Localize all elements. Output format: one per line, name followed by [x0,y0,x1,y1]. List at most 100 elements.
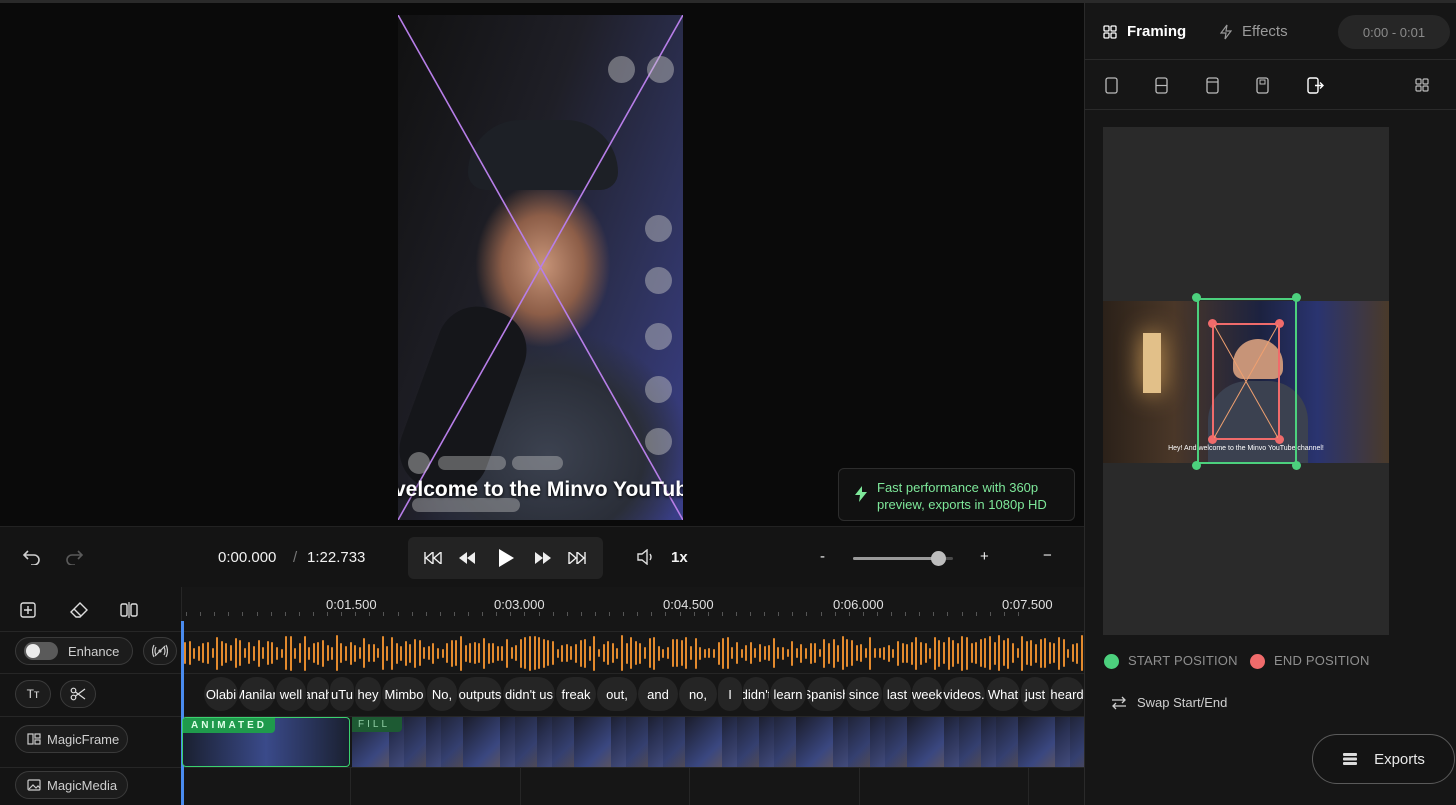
skip-forward-icon [568,552,586,564]
skip-back-icon [424,552,442,564]
tab-framing[interactable]: Framing [1103,23,1186,40]
lamp-shape [1143,333,1161,393]
enhance-switch[interactable] [24,642,58,660]
overlay-pill [438,456,506,470]
current-time: 0:00.000 [218,549,277,566]
aspect-ratio-toolbar [1085,60,1456,110]
frame-thumbnail [1055,717,1084,767]
end-position-label: END POSITION [1274,653,1370,668]
grid-icon [1415,78,1429,92]
playback-speed[interactable]: 1x [671,549,688,566]
phone-portrait-icon [1104,76,1118,94]
header-layout-icon [1205,76,1219,94]
magicmedia-button[interactable]: MagicMedia [15,771,128,799]
overlay-dot [647,56,674,83]
play-button[interactable] [494,546,518,570]
overlay-dot [645,215,672,242]
redo-icon [66,550,83,565]
video-preview-area: velcome to the Minvo YouTub Fast perform… [0,3,1084,526]
volume-button[interactable] [635,547,657,567]
undo-icon [23,550,40,565]
split-icon [120,602,138,618]
enhance-label: Enhance [68,643,120,659]
eraser-button[interactable] [67,599,91,621]
time-separator: / [293,549,298,566]
layout-vertical-button[interactable] [1101,74,1121,96]
layout-motion-button[interactable] [1304,74,1326,96]
cut-button[interactable] [60,680,96,708]
scissors-icon [70,687,86,701]
video-preview-frame[interactable]: velcome to the Minvo YouTub [398,15,683,520]
playback-controls: 0:00.000 / 1:22.733 1x - + − [0,526,1084,587]
overlay-dot [645,376,672,403]
enhance-toggle[interactable]: Enhance [15,637,133,665]
split-button[interactable] [118,599,140,621]
exports-label: Exports [1374,750,1425,768]
split-layout-icon [1154,76,1168,94]
zoom-in-button[interactable]: + [980,548,989,565]
pip-layout-icon [1255,76,1269,94]
skip-to-end-button[interactable] [566,548,588,568]
skip-to-start-button[interactable] [422,548,444,568]
performance-notice: Fast performance with 360p preview, expo… [838,468,1075,521]
add-track-button[interactable] [17,599,39,621]
zoom-slider-handle[interactable] [931,551,946,566]
start-frame-handle[interactable] [1292,461,1301,470]
speaker-icon [637,549,652,565]
fast-forward-button[interactable] [532,548,554,568]
layout-header-button[interactable] [1202,74,1222,96]
undo-button[interactable] [20,545,44,569]
timeline-track-headers: Enhance Tт MagicFrame MagicMedia [0,587,182,805]
start-frame-handle[interactable] [1192,461,1201,470]
clip-time-range[interactable]: 0:00 - 0:01 [1338,15,1450,49]
add-square-icon [20,602,36,618]
more-layouts-button[interactable] [1411,74,1433,96]
magicmedia-label: MagicMedia [47,777,118,793]
eraser-icon [70,602,88,618]
performance-notice-text: Fast performance with 360p preview, expo… [877,480,1047,512]
tab-effects-label: Effects [1242,23,1288,40]
audio-broadcast-button[interactable] [143,637,177,665]
text-style-button[interactable]: Tт [15,680,51,708]
start-frame-handle[interactable] [1192,293,1201,302]
start-frame-handle[interactable] [1292,293,1301,302]
grid-line [350,767,351,805]
swap-label: Swap Start/End [1137,695,1228,710]
redo-button[interactable] [62,545,86,569]
framing-panel: Framing Effects 0:00 - 0:01 Hey! And wel… [1084,3,1456,805]
overlay-dot [408,452,430,474]
grid-line [689,767,690,805]
magicframe-button[interactable]: MagicFrame [15,725,128,753]
start-position-label: START POSITION [1128,653,1238,668]
overlay-pill [512,456,563,470]
exports-button[interactable]: Exports [1312,734,1455,784]
layout-split-button[interactable] [1151,74,1171,96]
grid-line [520,767,521,805]
swap-start-end-button[interactable]: Swap Start/End [1111,695,1227,710]
rewind-button[interactable] [456,548,478,568]
tab-effects[interactable]: Effects [1220,23,1288,40]
zoom-out-button[interactable]: - [820,548,825,565]
grid-line [1028,767,1029,805]
grid-line [859,767,860,805]
collapse-timeline-button[interactable]: − [1043,547,1052,564]
broadcast-icon [152,644,168,658]
zoom-slider-fill [853,557,938,560]
transport-controls [408,537,603,579]
magicframe-label: MagicFrame [47,731,120,747]
animated-badge: ANIMATED [183,718,276,733]
image-icon [27,779,41,791]
video-caption: velcome to the Minvo YouTub [398,478,683,501]
magicframe-track: ANIMATED FILL [182,587,1084,805]
lightning-icon [1220,24,1232,39]
center-guide-lines [398,15,683,520]
animated-clip[interactable]: ANIMATED [182,717,350,767]
timeline: Enhance Tт MagicFrame MagicMedia 0:01.50… [0,587,1084,805]
zoom-slider-track[interactable] [853,551,953,566]
rewind-icon [459,552,475,564]
text-size-icon: Tт [26,687,40,701]
layout-pip-button[interactable] [1252,74,1272,96]
start-position-swatch [1104,654,1119,669]
overlay-dot [608,56,635,83]
end-frame-guides [1214,325,1278,438]
